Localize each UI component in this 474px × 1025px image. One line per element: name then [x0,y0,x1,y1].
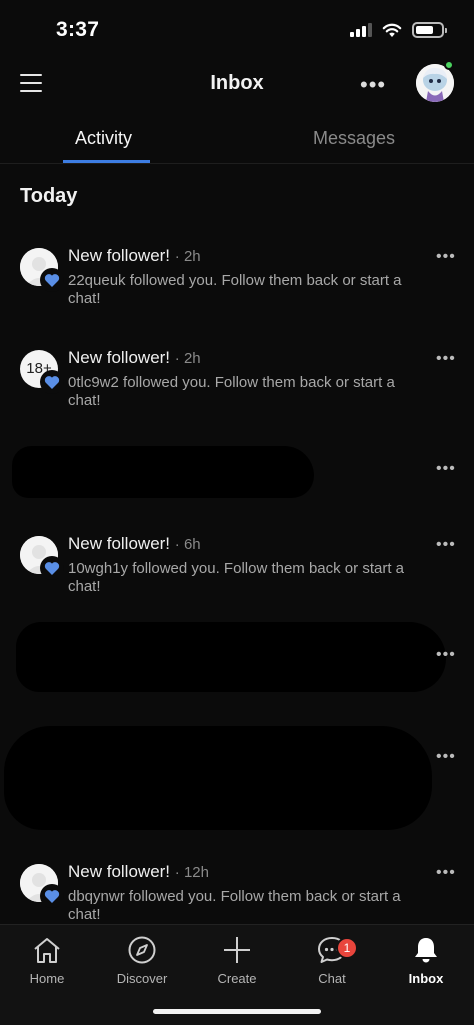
nav-create[interactable]: Create [197,933,277,986]
cellular-signal-icon [350,23,372,37]
notification-item[interactable]: New follower! · 2h 22queuk followed you.… [0,236,474,326]
nav-home[interactable]: Home [7,933,87,986]
notification-title: New follower! · 12h [68,862,209,882]
header: Inbox ••• [0,56,474,112]
nav-chat[interactable]: 1 Chat [292,933,372,986]
nav-label: Create [217,971,257,986]
notification-more-icon[interactable]: ••• [436,748,456,766]
more-options-icon[interactable]: ••• [360,72,386,98]
nav-label: Chat [318,971,346,986]
notification-more-icon[interactable]: ••• [436,646,456,664]
chat-icon [292,933,372,967]
compass-icon [102,933,182,967]
home-icon [7,933,87,967]
online-status-indicator [444,60,454,70]
notification-item[interactable]: New follower! · 6h 10wgh1y followed you.… [0,524,474,614]
notification-title-text: New follower! [68,246,171,265]
heart-icon [40,884,64,908]
page-title: Inbox [210,72,264,94]
redacted-notification [12,446,314,498]
notification-body: 0tlc9w2 followed you. Follow them back o… [68,374,395,409]
notification-time: · 6h [174,536,201,553]
heart-icon [40,370,64,394]
notification-time: · 2h [174,350,201,367]
notification-body: dbqynwr followed you. Follow them back o… [68,888,401,923]
redacted-notification [4,726,432,830]
notification-title-text: New follower! [68,862,171,881]
notification-body: 10wgh1y followed you. Follow them back o… [68,560,404,595]
notification-title: New follower! · 6h [68,534,201,554]
home-indicator [153,1009,321,1014]
plus-icon [197,933,277,967]
notification-title-text: New follower! [68,348,171,367]
heart-icon [40,556,64,580]
nav-inbox[interactable]: Inbox [386,933,466,986]
notification-body: 22queuk followed you. Follow them back o… [68,272,402,307]
nav-label: Inbox [408,971,444,986]
notification-more-icon[interactable]: ••• [436,460,456,478]
notification-item[interactable]: 18+ New follower! · 2h 0tlc9w2 followed … [0,338,474,428]
wifi-icon [382,23,402,37]
heart-icon [40,268,64,292]
nav-label: Home [29,971,65,986]
tab-messages[interactable]: Messages [313,128,395,149]
notification-title-text: New follower! [68,534,171,553]
notification-more-icon[interactable]: ••• [436,350,456,368]
section-title: Today [20,185,78,207]
notification-time: · 12h [174,864,209,881]
tab-activity[interactable]: Activity [75,128,132,149]
notification-title: New follower! · 2h [68,246,201,266]
bell-icon [386,933,466,967]
status-time: 3:37 [56,18,100,41]
notification-time: · 2h [174,248,201,265]
notification-more-icon[interactable]: ••• [436,864,456,882]
nav-discover[interactable]: Discover [102,933,182,986]
status-bar: 3:37 [0,0,474,56]
active-tab-indicator [63,160,150,163]
unread-badge: 1 [336,937,358,959]
tab-bar: Activity Messages [0,112,474,164]
notification-more-icon[interactable]: ••• [436,248,456,266]
notification-more-icon[interactable]: ••• [436,536,456,554]
status-icons [350,22,447,38]
notification-title: New follower! · 2h [68,348,201,368]
battery-icon [412,22,447,38]
redacted-notification [16,622,446,692]
nav-label: Discover [116,971,168,986]
